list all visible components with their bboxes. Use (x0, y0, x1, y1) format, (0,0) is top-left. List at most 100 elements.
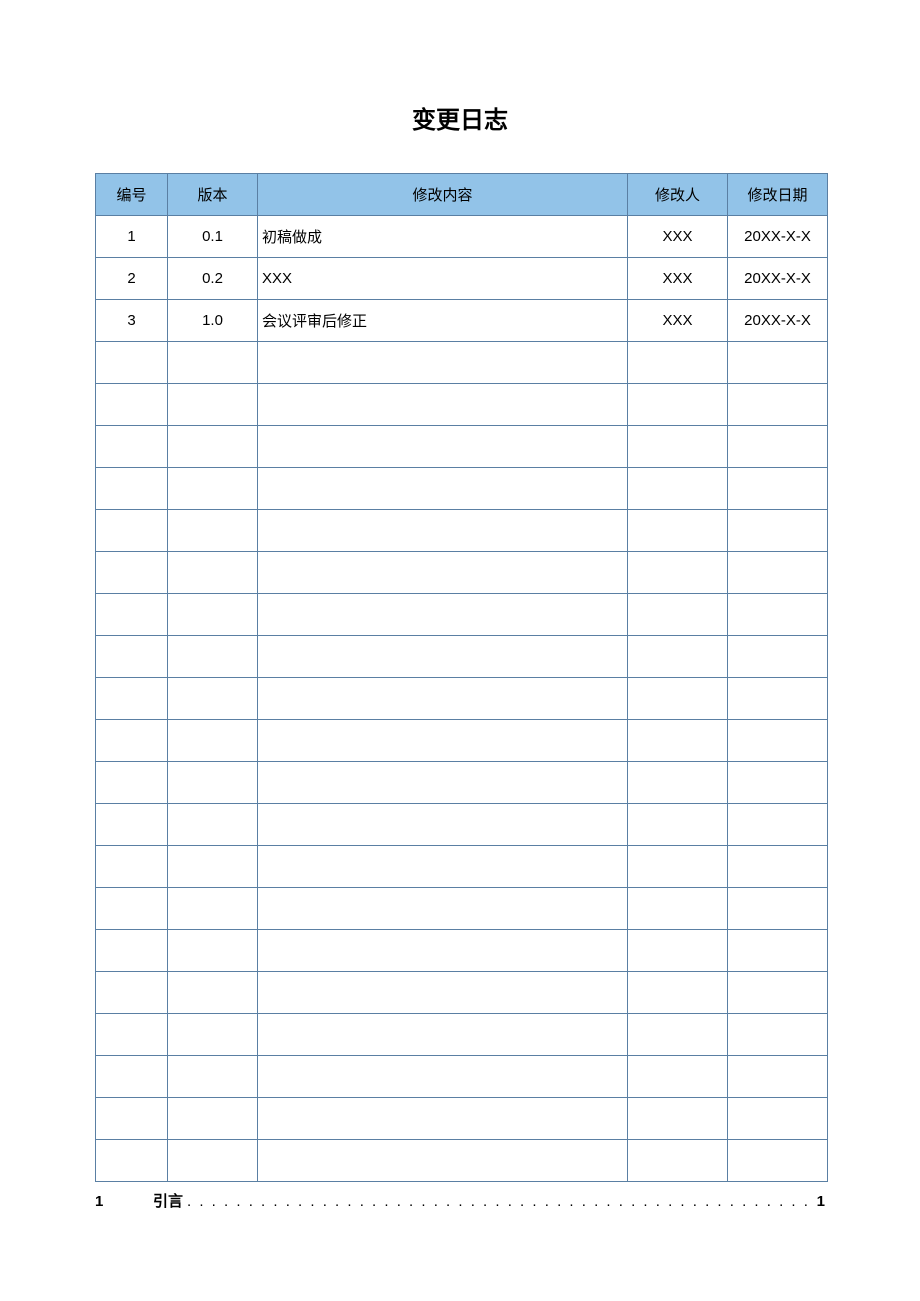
cell-version: 0.2 (168, 258, 258, 300)
cell-author (628, 972, 728, 1014)
cell-num (96, 1140, 168, 1182)
table-row (96, 342, 828, 384)
cell-version (168, 762, 258, 804)
cell-num: 3 (96, 300, 168, 342)
cell-num (96, 426, 168, 468)
cell-date (728, 930, 828, 972)
table-row: 20.2XXXXXX20XX-X-X (96, 258, 828, 300)
cell-date (728, 846, 828, 888)
cell-num (96, 762, 168, 804)
cell-content (258, 930, 628, 972)
cell-date (728, 1014, 828, 1056)
table-row: 31.0会议评审后修正XXX20XX-X-X (96, 300, 828, 342)
cell-date (728, 1098, 828, 1140)
cell-version (168, 384, 258, 426)
cell-content (258, 636, 628, 678)
cell-author (628, 846, 728, 888)
cell-content (258, 426, 628, 468)
cell-num (96, 468, 168, 510)
cell-content: XXX (258, 258, 628, 300)
cell-author (628, 720, 728, 762)
cell-date (728, 636, 828, 678)
cell-version (168, 1098, 258, 1140)
cell-author (628, 342, 728, 384)
table-row (96, 762, 828, 804)
cell-author (628, 1056, 728, 1098)
cell-date (728, 426, 828, 468)
cell-version (168, 972, 258, 1014)
cell-content (258, 1098, 628, 1140)
cell-author (628, 678, 728, 720)
cell-date (728, 552, 828, 594)
header-num: 编号 (96, 174, 168, 216)
header-date: 修改日期 (728, 174, 828, 216)
table-row (96, 636, 828, 678)
table-row: 10.1初稿做成XXX20XX-X-X (96, 216, 828, 258)
toc-text: 引言 (153, 1190, 187, 1211)
cell-num (96, 1056, 168, 1098)
cell-version (168, 888, 258, 930)
cell-version (168, 1056, 258, 1098)
cell-author (628, 930, 728, 972)
cell-author: XXX (628, 258, 728, 300)
table-row (96, 930, 828, 972)
cell-author (628, 1140, 728, 1182)
cell-author (628, 384, 728, 426)
cell-author (628, 594, 728, 636)
table-row (96, 468, 828, 510)
table-row (96, 1098, 828, 1140)
cell-version (168, 552, 258, 594)
header-author: 修改人 (628, 174, 728, 216)
cell-author (628, 762, 728, 804)
cell-content: 初稿做成 (258, 216, 628, 258)
table-row (96, 1140, 828, 1182)
cell-date (728, 1140, 828, 1182)
cell-version (168, 1140, 258, 1182)
table-row (96, 1056, 828, 1098)
cell-num (96, 678, 168, 720)
cell-version (168, 678, 258, 720)
cell-content (258, 1140, 628, 1182)
cell-author (628, 468, 728, 510)
cell-num (96, 930, 168, 972)
cell-num (96, 804, 168, 846)
cell-date: 20XX-X-X (728, 258, 828, 300)
cell-num (96, 1014, 168, 1056)
toc-entry: 1 引言 . . . . . . . . . . . . . . . . . .… (95, 1190, 825, 1211)
table-header-row: 编号 版本 修改内容 修改人 修改日期 (96, 174, 828, 216)
cell-num (96, 342, 168, 384)
cell-author (628, 636, 728, 678)
cell-date (728, 594, 828, 636)
cell-date (728, 972, 828, 1014)
toc-dots: . . . . . . . . . . . . . . . . . . . . … (187, 1193, 813, 1210)
cell-content (258, 594, 628, 636)
toc-page: 1 (813, 1193, 825, 1210)
cell-content (258, 678, 628, 720)
cell-date: 20XX-X-X (728, 216, 828, 258)
cell-num (96, 510, 168, 552)
cell-content (258, 510, 628, 552)
cell-content (258, 468, 628, 510)
cell-num (96, 720, 168, 762)
table-row (96, 972, 828, 1014)
table-row (96, 1014, 828, 1056)
cell-date (728, 510, 828, 552)
changelog-table: 编号 版本 修改内容 修改人 修改日期 10.1初稿做成XXX20XX-X-X2… (95, 173, 828, 1182)
cell-version (168, 510, 258, 552)
cell-author (628, 804, 728, 846)
header-content: 修改内容 (258, 174, 628, 216)
cell-content (258, 384, 628, 426)
cell-content (258, 972, 628, 1014)
cell-content (258, 762, 628, 804)
cell-author (628, 1014, 728, 1056)
cell-author (628, 888, 728, 930)
cell-date (728, 468, 828, 510)
cell-content (258, 888, 628, 930)
cell-date (728, 1056, 828, 1098)
table-row (96, 888, 828, 930)
table-row (96, 804, 828, 846)
cell-version (168, 594, 258, 636)
cell-content (258, 1056, 628, 1098)
cell-author: XXX (628, 216, 728, 258)
cell-version (168, 426, 258, 468)
